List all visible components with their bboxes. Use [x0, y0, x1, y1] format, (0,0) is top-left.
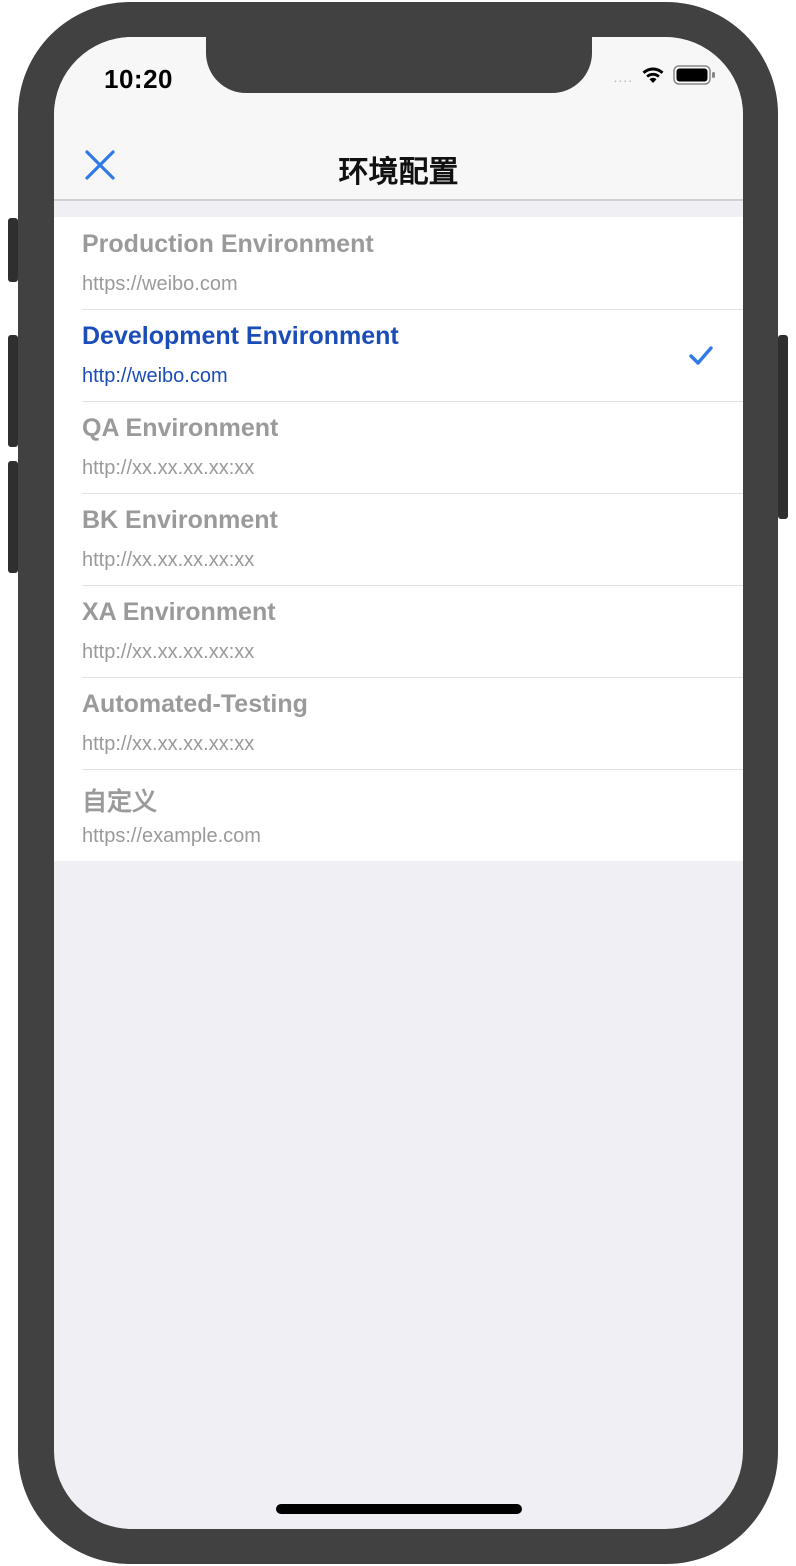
environment-title: BK Environment	[82, 506, 278, 534]
environment-row-custom[interactable]: 自定义 https://example.com	[54, 769, 743, 861]
environment-row-production[interactable]: Production Environment https://weibo.com	[54, 217, 743, 309]
environment-url: https://example.com	[82, 825, 261, 847]
notch	[206, 37, 592, 93]
environment-title: XA Environment	[82, 598, 276, 626]
environment-title: QA Environment	[82, 414, 279, 442]
volume-down-button	[8, 461, 18, 573]
environment-url: https://weibo.com	[82, 273, 238, 295]
environment-row-development[interactable]: Development Environment http://weibo.com	[54, 309, 743, 401]
status-icons: ....	[613, 64, 717, 91]
environment-row-xa[interactable]: XA Environment http://xx.xx.xx.xx:xx	[54, 585, 743, 677]
phone-screen: 10:20 .... 环境配置 Production Environment h…	[54, 37, 743, 1529]
page-title: 环境配置	[338, 156, 459, 189]
cellular-signal-icon: ....	[613, 69, 633, 85]
wifi-icon	[641, 65, 665, 90]
status-bar: 10:20 ....	[54, 37, 743, 127]
power-button	[778, 335, 788, 519]
environment-row-qa[interactable]: QA Environment http://xx.xx.xx.xx:xx	[54, 401, 743, 493]
environment-title: Production Environment	[82, 230, 374, 258]
checkmark-icon	[689, 346, 713, 365]
environment-url: http://xx.xx.xx.xx:xx	[82, 733, 255, 755]
battery-icon	[673, 64, 717, 91]
environment-url: http://xx.xx.xx.xx:xx	[82, 641, 255, 663]
home-indicator[interactable]	[276, 1504, 522, 1514]
environment-url: http://xx.xx.xx.xx:xx	[82, 457, 255, 479]
environment-title: Automated-Testing	[82, 690, 308, 718]
environment-row-automated-testing[interactable]: Automated-Testing http://xx.xx.xx.xx:xx	[54, 677, 743, 769]
environment-url: http://xx.xx.xx.xx:xx	[82, 549, 255, 571]
volume-up-button	[8, 335, 18, 447]
environment-row-bk[interactable]: BK Environment http://xx.xx.xx.xx:xx	[54, 493, 743, 585]
environment-list: Production Environment https://weibo.com…	[54, 217, 743, 861]
environment-title: Development Environment	[82, 322, 399, 350]
environment-title: 自定义	[82, 788, 158, 816]
mute-switch	[8, 218, 18, 282]
navigation-bar: 环境配置	[54, 127, 743, 201]
status-time: 10:20	[104, 64, 173, 94]
environment-url: http://weibo.com	[82, 365, 228, 387]
